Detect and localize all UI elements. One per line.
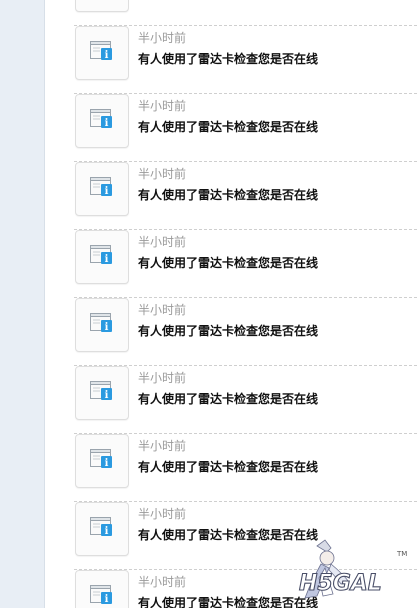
notification-time: 半小时前 bbox=[138, 303, 187, 317]
notification-time: 半小时前 bbox=[138, 167, 187, 181]
notification-time: 半小时前 bbox=[138, 99, 187, 113]
svg-text:i: i bbox=[105, 322, 109, 333]
info-window-icon: i bbox=[75, 434, 129, 488]
notification-message: 有人使用了雷达卡检查您是否在线 bbox=[138, 392, 319, 406]
h5gal-watermark-logo: H5GAL TM bbox=[287, 538, 413, 604]
notification-message: 有人使用了雷达卡检查您是否在线 bbox=[138, 188, 319, 202]
info-window-icon: i bbox=[75, 26, 129, 80]
notification-page: i i 半小时前 有人使用了雷达卡检查您是否在线 bbox=[0, 0, 417, 608]
info-window-icon: i bbox=[75, 94, 129, 148]
notification-time: 半小时前 bbox=[138, 371, 187, 385]
list-item[interactable]: i 半小时前 有人使用了雷达卡检查您是否在线 bbox=[74, 94, 417, 162]
notification-list: i i 半小时前 有人使用了雷达卡检查您是否在线 bbox=[74, 0, 417, 608]
svg-text:i: i bbox=[105, 254, 109, 265]
svg-text:i: i bbox=[105, 186, 109, 197]
info-window-icon: i bbox=[75, 230, 129, 284]
info-window-icon: i bbox=[75, 298, 129, 352]
svg-text:i: i bbox=[105, 594, 109, 605]
notification-message: 有人使用了雷达卡检查您是否在线 bbox=[138, 324, 319, 338]
watermark-tm: TM bbox=[396, 550, 407, 558]
notification-message: 有人使用了雷达卡检查您是否在线 bbox=[138, 120, 319, 134]
notification-message: 有人使用了雷达卡检查您是否在线 bbox=[138, 256, 319, 270]
list-item[interactable]: i bbox=[74, 0, 417, 26]
list-item[interactable]: i 半小时前 有人使用了雷达卡检查您是否在线 bbox=[74, 26, 417, 94]
list-item[interactable]: i 半小时前 有人使用了雷达卡检查您是否在线 bbox=[74, 366, 417, 434]
svg-text:i: i bbox=[105, 526, 109, 537]
notification-time: 半小时前 bbox=[138, 575, 187, 589]
watermark-text: H5GAL bbox=[299, 571, 382, 596]
info-window-icon: i bbox=[75, 162, 129, 216]
notification-time: 半小时前 bbox=[138, 507, 187, 521]
notification-time: 半小时前 bbox=[138, 31, 187, 45]
svg-text:i: i bbox=[105, 118, 109, 129]
info-window-icon: i bbox=[75, 0, 129, 12]
svg-text:i: i bbox=[105, 458, 109, 469]
notification-message: 有人使用了雷达卡检查您是否在线 bbox=[138, 460, 319, 474]
notification-message: 有人使用了雷达卡检查您是否在线 bbox=[138, 52, 319, 66]
left-sidebar-rail bbox=[0, 0, 45, 608]
list-item[interactable]: i 半小时前 有人使用了雷达卡检查您是否在线 bbox=[74, 230, 417, 298]
svg-text:i: i bbox=[105, 50, 109, 61]
list-item[interactable]: i 半小时前 有人使用了雷达卡检查您是否在线 bbox=[74, 434, 417, 502]
info-window-icon: i bbox=[75, 502, 129, 556]
notification-time: 半小时前 bbox=[138, 439, 187, 453]
list-item[interactable]: i 半小时前 有人使用了雷达卡检查您是否在线 bbox=[74, 298, 417, 366]
notification-time: 半小时前 bbox=[138, 235, 187, 249]
list-item[interactable]: i 半小时前 有人使用了雷达卡检查您是否在线 bbox=[74, 162, 417, 230]
info-window-icon: i bbox=[75, 366, 129, 420]
svg-text:i: i bbox=[105, 390, 109, 401]
info-window-icon: i bbox=[75, 570, 129, 608]
